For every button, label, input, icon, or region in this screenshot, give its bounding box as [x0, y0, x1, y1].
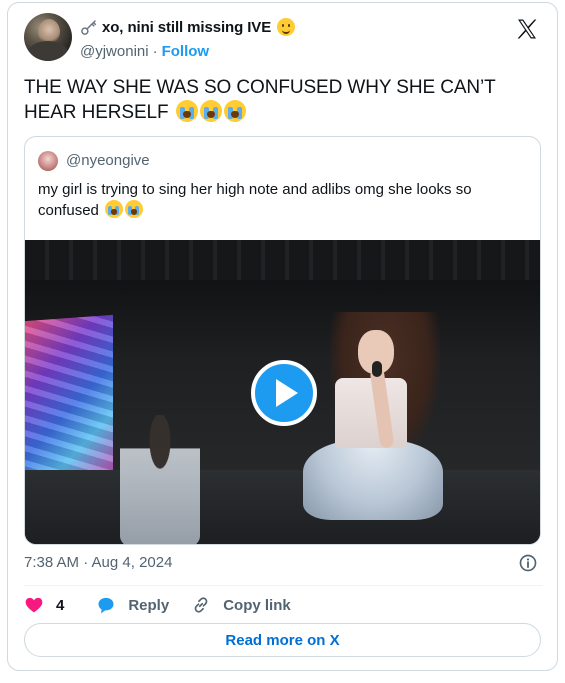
- info-icon[interactable]: [518, 553, 538, 573]
- author-name-row[interactable]: xo, nini still missing IVE: [80, 18, 296, 36]
- post-timestamp[interactable]: 7:38 AM · Aug 4, 2024: [24, 554, 172, 571]
- video-player[interactable]: [25, 240, 540, 544]
- link-icon: [194, 597, 208, 613]
- loudly-crying-face-icon: [223, 100, 246, 122]
- post-text: THE WAY SHE WAS SO CONFUSED WHY SHE CAN’…: [24, 76, 544, 125]
- post-text-body: THE WAY SHE WAS SO CONFUSED WHY SHE CAN’…: [24, 77, 496, 123]
- reply-button[interactable]: Reply: [96, 595, 169, 615]
- quoted-author-avatar: [38, 151, 58, 171]
- x-logo-icon[interactable]: [515, 17, 539, 41]
- author-avatar[interactable]: [24, 13, 72, 61]
- author-handle-row: @yjwonini · Follow: [80, 43, 209, 60]
- reply-label: Reply: [128, 596, 170, 614]
- copy-link-button[interactable]: Copy link: [191, 595, 291, 615]
- quoted-post[interactable]: @nyeongive my girl is trying to sing her…: [24, 136, 541, 545]
- slightly-smiling-face-icon: [277, 18, 296, 36]
- like-count: 4: [56, 596, 65, 614]
- quoted-post-text-body: my girl is trying to sing her high note …: [38, 181, 472, 219]
- embedded-post-card: xo, nini still missing IVE @yjwonini · F…: [7, 2, 558, 671]
- play-icon: [276, 379, 298, 407]
- key-icon: [81, 20, 97, 35]
- video-frame-singer-top: [335, 378, 407, 448]
- loudly-crying-face-icon: [175, 100, 198, 122]
- separator-dot: ·: [152, 43, 158, 60]
- like-button[interactable]: 4: [24, 595, 74, 615]
- heart-icon: [25, 597, 43, 613]
- author-display-name[interactable]: xo, nini still missing IVE: [102, 19, 271, 36]
- video-frame-backup-dancer: [120, 415, 200, 544]
- play-button[interactable]: [251, 360, 317, 426]
- video-frame-stage-floor: [25, 470, 540, 544]
- loudly-crying-face-icon: [125, 200, 144, 218]
- quoted-author-handle: @nyeongive: [66, 152, 150, 169]
- author-handle[interactable]: @yjwonini: [80, 43, 149, 60]
- loudly-crying-face-icon: [105, 200, 124, 218]
- video-frame-stage-truss: [25, 240, 540, 280]
- loudly-crying-face-icon: [199, 100, 222, 122]
- follow-button[interactable]: Follow: [162, 43, 210, 60]
- divider: [24, 585, 543, 586]
- video-frame-microphone: [372, 361, 382, 377]
- read-more-button[interactable]: Read more on X: [24, 623, 541, 657]
- reply-bubble-icon: [98, 597, 114, 614]
- copy-link-label: Copy link: [223, 596, 291, 614]
- video-frame-led-screen: [25, 314, 113, 482]
- post-actions: 4 Reply Copy link: [24, 593, 313, 617]
- video-frame-singer-skirt: [303, 440, 443, 520]
- quoted-post-text: my girl is trying to sing her high note …: [38, 180, 528, 221]
